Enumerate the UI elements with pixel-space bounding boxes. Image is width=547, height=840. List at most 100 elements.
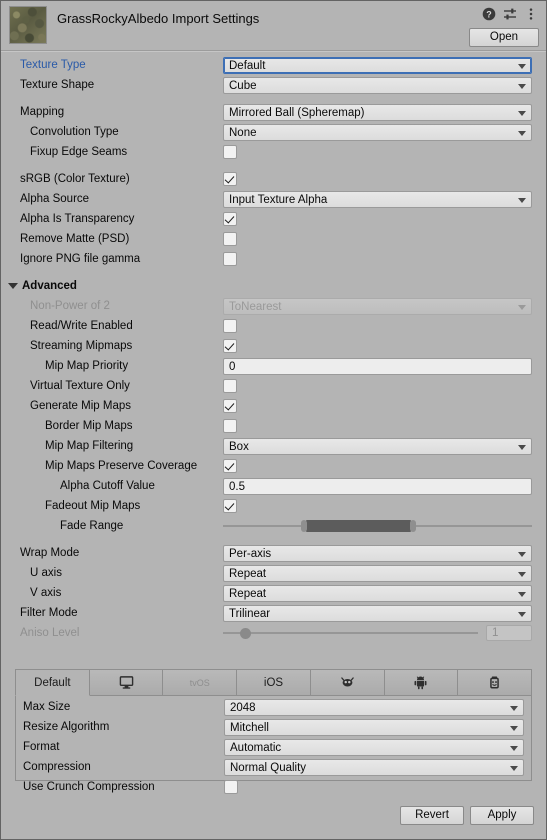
mip-map-filtering-dropdown-value: Box <box>229 440 249 453</box>
u-axis-dropdown[interactable]: Repeat <box>223 565 532 582</box>
generate-mip-maps-checkbox[interactable] <box>223 399 237 413</box>
texture-shape-dropdown-value: Cube <box>229 79 257 92</box>
setting-label-fadeout-mip-maps: Fadeout Mip Maps <box>45 500 141 512</box>
footer-button-group: Revert Apply <box>400 806 534 825</box>
platform-tab-uwp[interactable] <box>458 669 533 696</box>
setting-row-mip-map-filtering: Mip Map Filtering Box <box>1 436 546 456</box>
filter-mode-dropdown[interactable]: Trilinear <box>223 605 532 622</box>
alpha-is-transparency-checkbox[interactable] <box>223 212 237 226</box>
streaming-mipmaps-checkbox[interactable] <box>223 339 237 353</box>
wrap-mode-dropdown-value: Per-axis <box>229 547 272 560</box>
mip-map-filtering-dropdown[interactable]: Box <box>223 438 532 455</box>
virtual-texture-only-checkbox[interactable] <box>223 379 237 393</box>
aniso-level-track <box>223 632 478 634</box>
non-power-of-2-dropdown-value: ToNearest <box>229 300 282 313</box>
platform-settings-list: Max Size 2048 Resize Algorithm Mitchell Form… <box>16 697 531 797</box>
mip-map-priority-input[interactable]: 0 <box>223 358 532 375</box>
platform-setting-row-max-size: Max Size 2048 <box>16 697 531 717</box>
setting-row-texture-type: Texture Type Default <box>1 55 546 75</box>
fade-range-minmax-slider[interactable] <box>223 516 532 536</box>
format-dropdown[interactable]: Automatic <box>224 739 524 756</box>
chevron-down-icon <box>510 706 518 711</box>
setting-row-srgb-color-texture: sRGB (Color Texture) <box>1 169 546 189</box>
platform-tab-label: iOS <box>263 676 284 689</box>
platform-setting-label-use-crunch-compression: Use Crunch Compression <box>23 781 155 793</box>
setting-row-alpha-cutoff-value: Alpha Cutoff Value 0.5 <box>1 476 546 496</box>
more-menu-icon[interactable] <box>524 7 538 21</box>
chevron-down-icon <box>518 305 526 310</box>
platform-tab-default[interactable]: Default <box>15 669 90 696</box>
platform-setting-label-max-size: Max Size <box>23 701 71 713</box>
footer-bar: Revert Apply <box>1 799 546 839</box>
compression-dropdown[interactable]: Normal Quality <box>224 759 524 776</box>
android-icon <box>413 675 428 690</box>
import-settings-list: Texture Type Default Texture Shape Cube Mapp… <box>1 51 546 643</box>
header-icon-group: ? <box>482 7 538 21</box>
fadeout-mip-maps-checkbox[interactable] <box>223 499 237 513</box>
texture-shape-dropdown[interactable]: Cube <box>223 77 532 94</box>
resize-algorithm-dropdown[interactable]: Mitchell <box>224 719 524 736</box>
remove-matte-psd-checkbox[interactable] <box>223 232 237 246</box>
setting-row-filter-mode: Filter Mode Trilinear <box>1 603 546 623</box>
setting-label-non-power-of-2: Non-Power of 2 <box>30 300 110 312</box>
setting-row-ignore-png-file-gamma: Ignore PNG file gamma <box>1 249 546 269</box>
max-size-dropdown[interactable]: 2048 <box>224 699 524 716</box>
ignore-png-file-gamma-checkbox[interactable] <box>223 252 237 266</box>
setting-label-alpha-source: Alpha Source <box>20 193 90 205</box>
convolution-type-dropdown[interactable]: None <box>223 124 532 141</box>
fixup-edge-seams-checkbox[interactable] <box>223 145 237 159</box>
monitor-icon <box>119 675 134 690</box>
fade-range-fill <box>306 520 412 532</box>
platform-tab-android[interactable] <box>384 669 459 696</box>
setting-row-v-axis: V axis Repeat <box>1 583 546 603</box>
max-size-dropdown-value: 2048 <box>230 701 256 714</box>
mapping-dropdown[interactable]: Mirrored Ball (Spheremap) <box>223 104 532 121</box>
foldout-label-advanced[interactable]: Advanced <box>22 276 77 296</box>
wrap-mode-dropdown[interactable]: Per-axis <box>223 545 532 562</box>
texture-preview-thumbnail[interactable] <box>9 6 47 44</box>
setting-label-v-axis: V axis <box>30 587 62 599</box>
setting-row-mip-maps-preserve-coverage: Mip Maps Preserve Coverage <box>1 456 546 476</box>
srgb-color-texture-checkbox[interactable] <box>223 172 237 186</box>
setting-label-remove-matte-psd: Remove Matte (PSD) <box>20 233 130 245</box>
aniso-level-value-field: 1 <box>486 625 532 641</box>
setting-row-border-mip-maps: Border Mip Maps <box>1 416 546 436</box>
chevron-down-icon <box>518 445 526 450</box>
setting-row-advanced: Advanced <box>1 276 546 296</box>
convolution-type-dropdown-value: None <box>229 126 257 139</box>
platform-tab-bar: Default tvOS iOS <box>15 669 533 696</box>
platform-setting-label-format: Format <box>23 741 60 753</box>
fade-range-max-handle[interactable] <box>410 520 417 532</box>
v-axis-dropdown[interactable]: Repeat <box>223 585 532 602</box>
preset-icon[interactable] <box>503 7 517 21</box>
platform-tab-tvos[interactable]: tvOS <box>163 669 238 696</box>
platform-tab-monitor[interactable] <box>89 669 164 696</box>
platform-tab-webgl[interactable] <box>310 669 385 696</box>
help-icon[interactable]: ? <box>482 7 496 21</box>
platform-setting-row-use-crunch-compression: Use Crunch Compression <box>16 777 531 797</box>
border-mip-maps-checkbox[interactable] <box>223 419 237 433</box>
platform-tab-label: Default <box>34 676 71 689</box>
fade-range-min-handle[interactable] <box>301 520 308 532</box>
chevron-down-icon <box>518 572 526 577</box>
alpha-source-dropdown[interactable]: Input Texture Alpha <box>223 191 532 208</box>
chevron-down-icon[interactable] <box>8 283 18 289</box>
apply-button[interactable]: Apply <box>470 806 534 825</box>
mip-maps-preserve-coverage-checkbox[interactable] <box>223 459 237 473</box>
alpha-cutoff-value-input[interactable]: 0.5 <box>223 478 532 495</box>
use-crunch-compression-checkbox[interactable] <box>224 780 238 794</box>
setting-label-wrap-mode: Wrap Mode <box>20 547 80 559</box>
chevron-down-icon <box>510 746 518 751</box>
read-write-enabled-checkbox[interactable] <box>223 319 237 333</box>
setting-row-wrap-mode: Wrap Mode Per-axis <box>1 543 546 563</box>
aniso-level-knob[interactable] <box>239 628 251 639</box>
setting-row-mapping: Mapping Mirrored Ball (Spheremap) <box>1 102 546 122</box>
platform-tab-ios[interactable]: iOS <box>237 669 311 696</box>
resize-algorithm-dropdown-value: Mitchell <box>230 721 269 734</box>
mapping-dropdown-value: Mirrored Ball (Spheremap) <box>229 106 365 119</box>
open-button[interactable]: Open <box>469 28 539 47</box>
revert-button[interactable]: Revert <box>400 806 464 825</box>
setting-label-virtual-texture-only: Virtual Texture Only <box>30 380 130 392</box>
texture-type-dropdown[interactable]: Default <box>223 57 532 74</box>
compression-dropdown-value: Normal Quality <box>230 761 307 774</box>
